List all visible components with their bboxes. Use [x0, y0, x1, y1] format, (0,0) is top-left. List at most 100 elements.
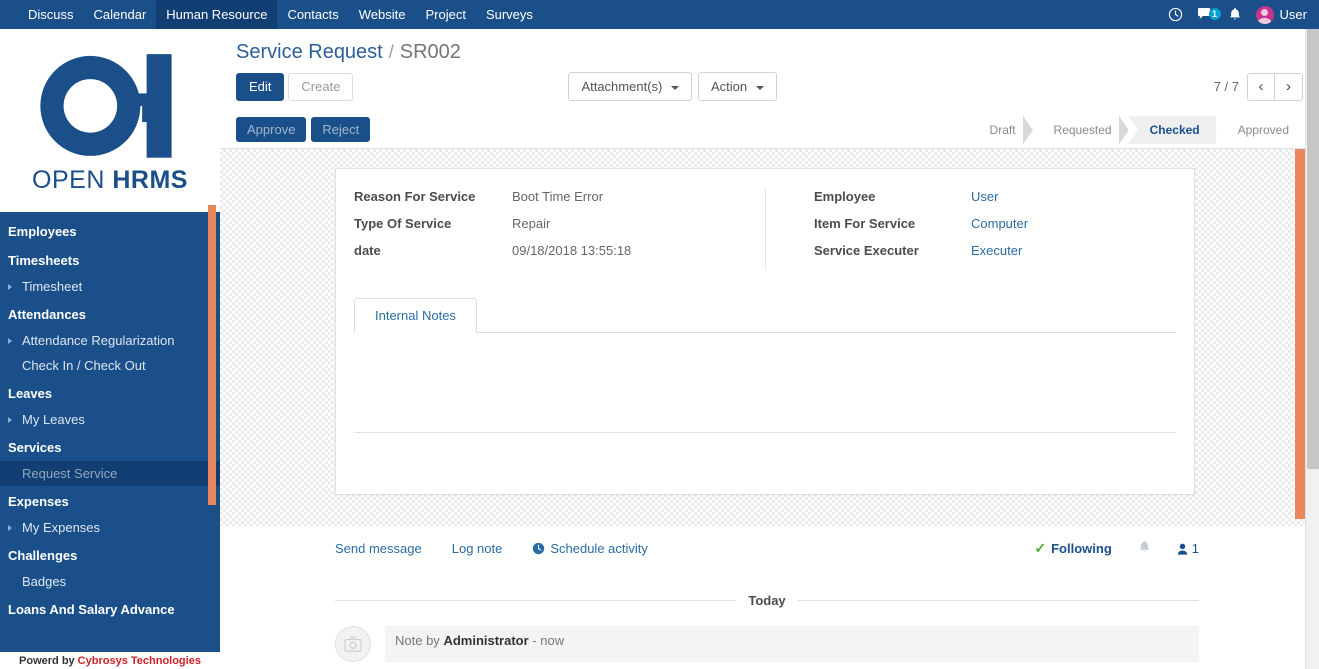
- sidebar-header-leaves[interactable]: Leaves: [0, 378, 220, 407]
- sidebar: OPEN HRMS Employees Timesheets Timesheet…: [0, 29, 220, 669]
- field-label: date: [354, 243, 381, 258]
- sidebar-header-employees[interactable]: Employees: [0, 216, 220, 245]
- nav-item-project[interactable]: Project: [415, 0, 475, 29]
- status-pipeline: Draft Requested Checked Approved: [968, 115, 1305, 144]
- sidebar-header-services[interactable]: Services: [0, 432, 220, 461]
- message-body: Note by Administrator - now: [385, 626, 1199, 662]
- nav-item-human-resource[interactable]: Human Resource: [156, 0, 278, 29]
- sidebar-item-request-service[interactable]: Request Service: [0, 461, 220, 486]
- main-menu: Discuss Calendar Human Resource Contacts…: [18, 0, 543, 29]
- sidebar-menu: Employees Timesheets Timesheet Attendanc…: [0, 212, 220, 623]
- sidebar-header-expenses[interactable]: Expenses: [0, 486, 220, 515]
- status-stage-checked[interactable]: Checked: [1127, 115, 1217, 144]
- sheet-background: Reason For Service Boot Time Error Type …: [220, 149, 1319, 526]
- field-service-executer: Service Executer Executer: [814, 243, 1176, 270]
- action-label: Action: [710, 79, 748, 94]
- record-sheet: Reason For Service Boot Time Error Type …: [335, 168, 1195, 495]
- sidebar-item-my-expenses[interactable]: My Expenses: [0, 515, 220, 540]
- logo-text: OPEN HRMS: [32, 166, 188, 195]
- message-header: Note by Administrator - now: [395, 633, 1189, 648]
- sidebar-header-loans-and-salary-advance[interactable]: Loans And Salary Advance: [0, 594, 220, 623]
- field-label: Employee: [814, 189, 876, 204]
- nav-item-discuss[interactable]: Discuss: [18, 0, 84, 29]
- pager-counter: 7 / 7: [1213, 79, 1239, 94]
- sidebar-scrollbar[interactable]: [208, 205, 216, 505]
- nav-item-website[interactable]: Website: [349, 0, 416, 29]
- message-badge: 1: [1208, 8, 1221, 20]
- field-label: Item For Service: [814, 216, 916, 231]
- create-button[interactable]: Create: [288, 72, 354, 101]
- field-value-link[interactable]: User: [969, 189, 998, 204]
- separator-line: [335, 600, 737, 601]
- attachments-label: Attachment(s): [581, 79, 663, 94]
- field-value: Boot Time Error: [512, 189, 604, 204]
- message-item: Note by Administrator - now: [335, 626, 1199, 662]
- control-panel-dropdowns: Attachment(s) Action: [568, 72, 777, 101]
- clock-icon[interactable]: [1168, 7, 1183, 22]
- field-date: date 09/18/2018 13:55:18: [354, 243, 765, 270]
- day-separator: Today: [335, 593, 1200, 608]
- sidebar-header-challenges[interactable]: Challenges: [0, 540, 220, 569]
- sidebar-footer: Powerd by Cybrosys Technologies: [0, 652, 220, 669]
- edit-button[interactable]: Edit: [236, 72, 285, 101]
- attachments-dropdown[interactable]: Attachment(s): [568, 72, 692, 101]
- send-message-button[interactable]: Send message: [335, 541, 422, 556]
- sidebar-item-attendance-regularization[interactable]: Attendance Regularization: [0, 328, 220, 353]
- field-label: Service Executer: [814, 243, 919, 258]
- nav-item-contacts[interactable]: Contacts: [277, 0, 348, 29]
- accent-bar: [1295, 149, 1305, 519]
- field-value-link[interactable]: Executer: [969, 243, 1022, 258]
- tab-internal-notes[interactable]: Internal Notes: [354, 298, 477, 333]
- logo-text-open: OPEN: [32, 165, 105, 194]
- chatter-toolbar: Send message Log note Schedule activity …: [335, 540, 1199, 557]
- action-dropdown[interactable]: Action: [697, 72, 777, 101]
- user-menu[interactable]: User: [1255, 5, 1307, 24]
- notebook: Internal Notes: [354, 298, 1176, 433]
- sidebar-item-timesheet[interactable]: Timesheet: [0, 274, 220, 299]
- user-name: User: [1279, 7, 1307, 22]
- main-content: Service Request / SR002 Edit Create Atta…: [220, 29, 1319, 669]
- breadcrumb-root[interactable]: Service Request: [236, 41, 383, 64]
- nav-item-surveys[interactable]: Surveys: [476, 0, 543, 29]
- message-author: Administrator: [443, 633, 529, 648]
- bell-icon[interactable]: [1138, 540, 1151, 557]
- sidebar-item-badges[interactable]: Badges: [0, 569, 220, 594]
- status-stage-requested[interactable]: Requested: [1032, 115, 1129, 144]
- app-logo[interactable]: OPEN HRMS: [0, 29, 220, 212]
- sidebar-item-check-in-check-out[interactable]: Check In / Check Out: [0, 353, 220, 378]
- status-stage-draft[interactable]: Draft: [968, 115, 1033, 144]
- chevron-right-icon[interactable]: ›: [1275, 72, 1303, 101]
- field-type-of-service: Type Of Service Repair: [354, 216, 765, 243]
- main-scrollbar[interactable]: [1305, 29, 1319, 669]
- followers-button[interactable]: 1: [1177, 541, 1199, 556]
- clock-icon: [533, 542, 545, 555]
- field-value: Repair: [512, 216, 551, 231]
- chevron-left-icon[interactable]: ‹: [1247, 72, 1275, 101]
- field-value-link[interactable]: Computer: [969, 216, 1028, 231]
- messages-icon[interactable]: 1: [1197, 7, 1221, 22]
- field-column-left: Reason For Service Boot Time Error Type …: [354, 189, 765, 270]
- sidebar-header-attendances[interactable]: Attendances: [0, 299, 220, 328]
- sidebar-item-my-leaves[interactable]: My Leaves: [0, 407, 220, 432]
- page-title: SR002: [399, 41, 461, 63]
- nav-item-calendar[interactable]: Calendar: [84, 0, 157, 29]
- bell-icon[interactable]: [1228, 7, 1242, 22]
- record-pager: 7 / 7 ‹ ›: [1213, 72, 1303, 101]
- footer-prefix: Powerd by: [19, 654, 75, 667]
- schedule-activity-label: Schedule activity: [550, 541, 648, 556]
- field-label: Reason For Service: [354, 189, 476, 204]
- reject-button[interactable]: Reject: [311, 117, 371, 142]
- log-note-button[interactable]: Log note: [452, 541, 503, 556]
- user-icon: [1177, 543, 1187, 555]
- following-button[interactable]: ✓ Following: [1034, 540, 1111, 557]
- status-row: Approve Reject Draft Requested Checked A…: [220, 111, 1319, 149]
- notebook-page-internal-notes[interactable]: [354, 333, 1176, 433]
- approve-button[interactable]: Approve: [236, 117, 307, 142]
- schedule-activity-button[interactable]: Schedule activity: [532, 541, 648, 556]
- footer-brand: Cybrosys Technologies: [77, 654, 201, 667]
- sidebar-header-timesheets[interactable]: Timesheets: [0, 245, 220, 274]
- chevron-down-icon: [670, 85, 679, 90]
- chevron-down-icon: [755, 85, 764, 90]
- main-scrollbar-thumb[interactable]: [1307, 29, 1319, 469]
- status-stage-approved[interactable]: Approved: [1216, 116, 1305, 144]
